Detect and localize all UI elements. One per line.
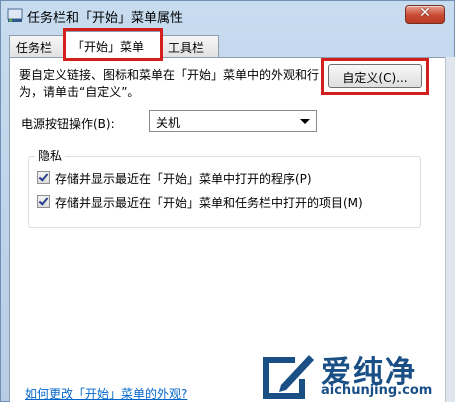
close-button[interactable]: ✕ [405, 5, 445, 24]
recent-items-checkbox[interactable] [37, 195, 50, 208]
power-button-select[interactable]: 关机 [149, 110, 317, 132]
privacy-group [28, 156, 421, 228]
window-title: 任务栏和「开始」菜单属性 [27, 11, 184, 26]
title-bar[interactable]: 任务栏和「开始」菜单属性 ✕ [1, 1, 454, 29]
help-link[interactable]: 如何更改「开始」菜单的外观? [25, 385, 187, 402]
chevron-down-icon [300, 119, 310, 124]
properties-window: 任务栏和「开始」菜单属性 ✕ 任务栏 「开始」菜单 工具栏 要自定义链接、图标和… [0, 0, 455, 402]
checkmark-icon [38, 195, 49, 206]
power-button-label: 电源按钮操作(B): [21, 117, 115, 131]
checkmark-icon [38, 171, 49, 182]
power-button-value: 关机 [156, 116, 181, 130]
pen-logo-icon [263, 355, 314, 399]
recent-programs-label: 存储并显示最近在「开始」菜单中打开的程序(P) [55, 172, 312, 186]
recent-programs-checkbox[interactable] [37, 171, 50, 184]
watermark-url: aichunjing.com [321, 383, 433, 398]
tab-toolbars[interactable]: 工具栏 [161, 35, 219, 57]
privacy-group-title: 隐私 [35, 147, 66, 164]
watermark: 爱纯净 aichunjing.com [259, 347, 449, 402]
recent-items-label: 存储并显示最近在「开始」菜单和任务栏中打开的项目(M) [55, 196, 363, 210]
taskbar-app-icon [7, 8, 23, 22]
customize-description: 要自定义链接、图标和菜单在「开始」菜单中的外观和行为，请单击“自定义”。 [19, 68, 320, 99]
annotation-highlight-button [321, 58, 429, 95]
tab-taskbar[interactable]: 任务栏 [9, 35, 65, 57]
close-icon: ✕ [419, 5, 431, 21]
annotation-highlight-tab [63, 28, 163, 61]
